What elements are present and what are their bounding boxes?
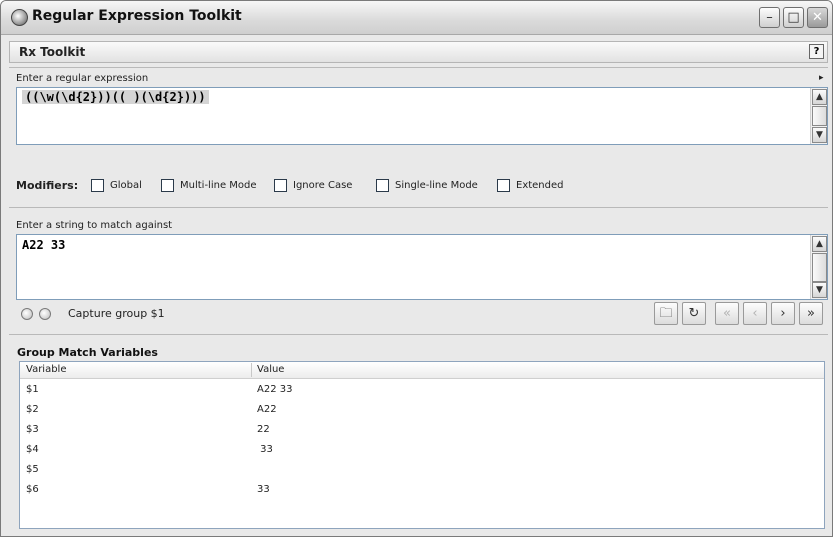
last-icon[interactable]: »: [799, 302, 823, 325]
value-cell: A22 33: [257, 384, 293, 395]
toolkit-title: Rx Toolkit: [19, 45, 86, 59]
table-row[interactable]: $2 A22: [20, 401, 824, 421]
scroll-up-icon[interactable]: ▲: [812, 236, 827, 252]
capture-radio-1[interactable]: [21, 308, 33, 320]
folder-open-icon[interactable]: 🗀: [654, 302, 678, 325]
regex-value[interactable]: ((\w(\d{2}))(( )(\d{2}))): [22, 90, 209, 104]
app-icon: [11, 9, 28, 26]
expand-icon[interactable]: ▸: [819, 73, 824, 83]
table-row[interactable]: $3 22: [20, 421, 824, 441]
capture-group-label: Capture group $1: [68, 307, 165, 320]
table-row[interactable]: $5: [20, 461, 824, 481]
match-input[interactable]: A22 33 ▲ ▼: [16, 234, 828, 300]
next-icon[interactable]: ›: [771, 302, 795, 325]
checkbox-label: Ignore Case: [293, 180, 353, 191]
title-bar[interactable]: Regular Expression Toolkit – □ ✕: [1, 1, 832, 35]
scroll-down-icon[interactable]: ▼: [812, 127, 827, 143]
modifiers-label: Modifiers:: [16, 179, 79, 192]
minimize-button[interactable]: –: [759, 7, 780, 28]
checkbox-label: Extended: [516, 180, 564, 191]
checkbox-box[interactable]: [274, 179, 287, 192]
match-scrollbar[interactable]: ▲ ▼: [810, 235, 827, 299]
variable-cell: $4: [26, 444, 39, 455]
match-value[interactable]: A22 33: [22, 238, 65, 252]
value-cell: A22: [257, 404, 277, 415]
group-match-table[interactable]: Variable Value $1 A22 33 $2 A22 $3 22 $4…: [19, 361, 825, 529]
scroll-thumb[interactable]: [812, 253, 827, 282]
refresh-icon[interactable]: ↻: [682, 302, 706, 325]
match-label: Enter a string to match against: [16, 220, 173, 231]
checkbox-label: Multi-line Mode: [180, 180, 257, 191]
capture-radio-2[interactable]: [39, 308, 51, 320]
value-cell: 33: [257, 444, 273, 455]
value-cell: 22: [257, 424, 270, 435]
column-header-variable[interactable]: Variable: [26, 364, 67, 375]
scroll-down-icon[interactable]: ▼: [812, 282, 827, 298]
table-header: Variable Value: [20, 362, 824, 379]
close-button[interactable]: ✕: [807, 7, 828, 28]
value-cell: 33: [257, 484, 270, 495]
checkbox-label: Global: [110, 180, 142, 191]
table-row[interactable]: $4 33: [20, 441, 824, 461]
checkbox-box[interactable]: [497, 179, 510, 192]
scroll-thumb[interactable]: [812, 106, 827, 126]
checkbox-label: Single-line Mode: [395, 180, 478, 191]
variable-cell: $5: [26, 464, 39, 475]
scroll-up-icon[interactable]: ▲: [812, 89, 827, 105]
variable-cell: $3: [26, 424, 39, 435]
group-match-title: Group Match Variables: [17, 346, 158, 359]
column-header-value[interactable]: Value: [257, 364, 284, 375]
divider: [9, 334, 828, 335]
maximize-button[interactable]: □: [783, 7, 804, 28]
variable-cell: $6: [26, 484, 39, 495]
previous-icon[interactable]: ‹: [743, 302, 767, 325]
table-row[interactable]: $1 A22 33: [20, 381, 824, 401]
regex-input[interactable]: ((\w(\d{2}))(( )(\d{2}))) ▲ ▼: [16, 87, 828, 145]
column-divider[interactable]: [251, 363, 252, 377]
checkbox-box[interactable]: [161, 179, 174, 192]
divider: [9, 207, 828, 208]
first-icon[interactable]: «: [715, 302, 739, 325]
capture-toolbar: Capture group $1 🗀 ↻ « ‹ › »: [9, 302, 828, 326]
app-window: Regular Expression Toolkit – □ ✕ Rx Tool…: [0, 0, 833, 537]
variable-cell: $2: [26, 404, 39, 415]
divider: [9, 67, 828, 68]
window-title: Regular Expression Toolkit: [32, 8, 242, 24]
regex-scrollbar[interactable]: ▲ ▼: [810, 88, 827, 144]
table-row[interactable]: $6 33: [20, 481, 824, 501]
checkbox-box[interactable]: [91, 179, 104, 192]
help-icon[interactable]: ?: [809, 44, 824, 59]
checkbox-box[interactable]: [376, 179, 389, 192]
regex-label: Enter a regular expression: [16, 73, 149, 84]
variable-cell: $1: [26, 384, 39, 395]
toolkit-header: Rx Toolkit ?: [9, 41, 828, 63]
